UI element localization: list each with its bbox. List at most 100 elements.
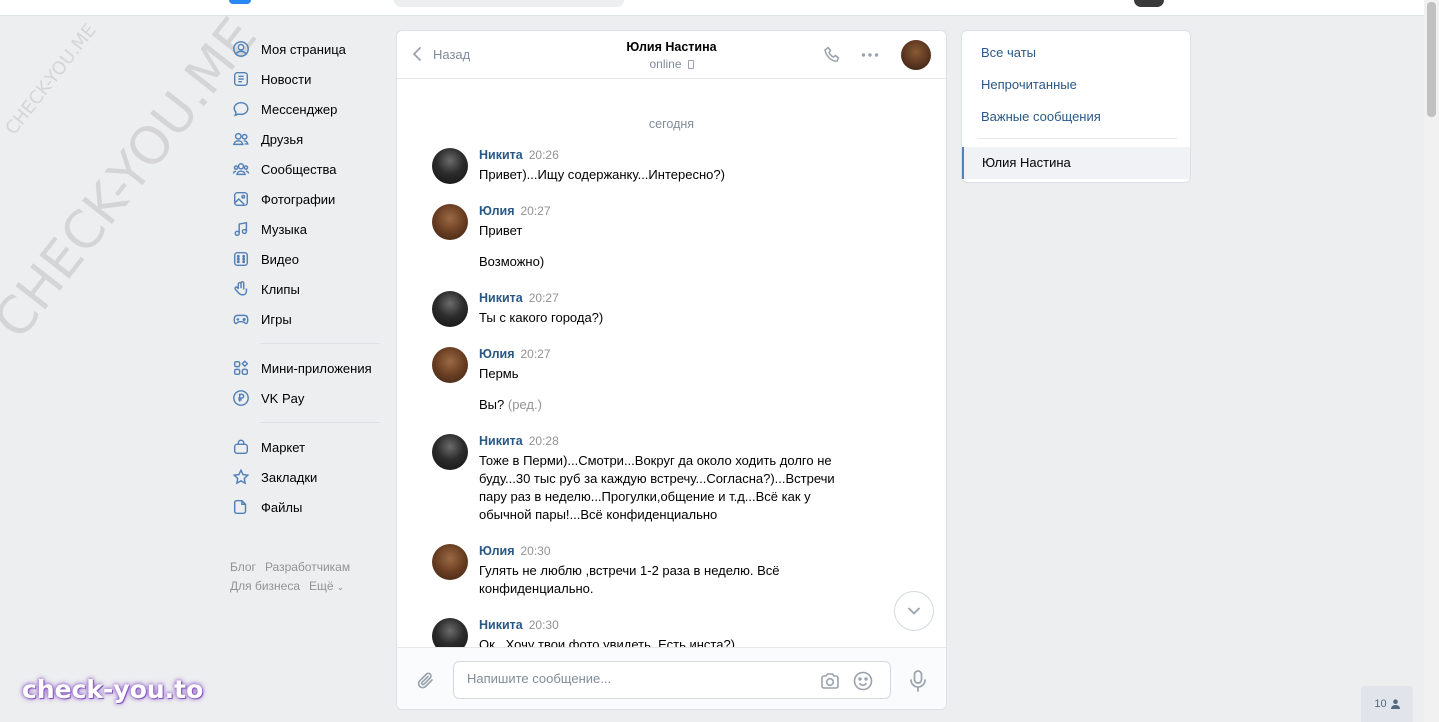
bookmarks-icon xyxy=(231,467,251,487)
message-header: Юлия 20:30 xyxy=(479,544,551,558)
paperclip-icon[interactable] xyxy=(415,670,437,692)
nav-news[interactable]: Новости xyxy=(230,64,380,94)
footer-links: Блог Разработчикам Для бизнеса Ещё ⌄ xyxy=(230,558,380,597)
call-icon[interactable] xyxy=(823,45,843,65)
nav-mini-apps[interactable]: Мини-приложения xyxy=(230,353,380,383)
avatar[interactable] xyxy=(432,291,468,327)
avatar[interactable] xyxy=(432,434,468,470)
nav-messenger[interactable]: Мессенджер xyxy=(230,94,380,124)
nav-market[interactable]: Маркет xyxy=(230,432,380,462)
nav-photos[interactable]: Фотографии xyxy=(230,184,380,214)
message-time[interactable]: 20:30 xyxy=(529,618,559,632)
nav-clips[interactable]: Клипы xyxy=(230,274,380,304)
nav-vkpay[interactable]: VK Pay xyxy=(230,383,380,413)
nav-video[interactable]: Видео xyxy=(230,244,380,274)
avatar[interactable] xyxy=(432,204,468,240)
message-time[interactable]: 20:30 xyxy=(521,544,551,558)
message-header: Никита 20:27 xyxy=(479,291,559,305)
filter-all-chats[interactable]: Все чаты xyxy=(981,45,1036,60)
chevron-down-icon xyxy=(908,607,920,615)
message-header: Юлия 20:27 xyxy=(479,204,551,218)
message-time[interactable]: 20:28 xyxy=(529,434,559,448)
nav-music[interactable]: Музыка xyxy=(230,214,380,244)
message-author[interactable]: Юлия xyxy=(479,544,515,558)
message-author[interactable]: Никита xyxy=(479,618,523,632)
peer-avatar[interactable] xyxy=(901,40,931,70)
page-scrollbar[interactable] xyxy=(1424,0,1439,722)
nav-label: Новости xyxy=(261,71,312,87)
mini-apps-icon xyxy=(231,358,251,378)
message-input-box[interactable] xyxy=(453,661,891,699)
nav-label: Сообщества xyxy=(261,161,337,177)
nav-friends[interactable]: Друзья xyxy=(230,124,380,154)
nav-my-page[interactable]: Моя страница xyxy=(230,34,380,64)
message-input[interactable] xyxy=(467,671,797,686)
avatar[interactable] xyxy=(432,347,468,383)
message-author[interactable]: Никита xyxy=(479,148,523,162)
scroll-down-button[interactable] xyxy=(894,591,934,631)
message-author[interactable]: Никита xyxy=(479,291,523,305)
header-avatar[interactable] xyxy=(1134,0,1164,7)
nav-label: Закладки xyxy=(261,469,318,485)
nav-label: Мини-приложения xyxy=(261,360,372,376)
nav-label: Клипы xyxy=(261,281,300,297)
message-text: Привет xyxy=(479,223,523,238)
avatar[interactable] xyxy=(432,544,468,580)
more-icon[interactable] xyxy=(860,45,880,65)
nav-games[interactable]: Игры xyxy=(230,304,380,334)
message-author[interactable]: Никита xyxy=(479,434,523,448)
message-time[interactable]: 20:27 xyxy=(529,291,559,305)
nav-bookmarks[interactable]: Закладки xyxy=(230,462,380,492)
nav-divider xyxy=(260,422,380,423)
footer-link-dev[interactable]: Разработчикам xyxy=(265,560,350,574)
filter-unread[interactable]: Непрочитанные xyxy=(981,77,1077,92)
nav-files[interactable]: Файлы xyxy=(230,492,380,522)
clips-icon xyxy=(231,279,251,299)
date-separator: сегодня xyxy=(648,117,695,131)
footer-link-business[interactable]: Для бизнеса xyxy=(230,579,300,593)
footer-link-blog[interactable]: Блог xyxy=(230,560,256,574)
files-icon xyxy=(231,497,251,517)
footer-link-more-label: Ещё xyxy=(309,579,334,593)
avatar[interactable] xyxy=(432,148,468,184)
filter-divider xyxy=(977,138,1177,139)
message-header: Никита 20:28 xyxy=(479,434,559,448)
vk-logo[interactable] xyxy=(229,0,251,4)
footer-link-more[interactable]: Ещё ⌄ xyxy=(309,579,344,593)
chevron-down-icon: ⌄ xyxy=(336,582,345,592)
message-time[interactable]: 20:26 xyxy=(529,148,559,162)
user-circle-icon xyxy=(231,39,251,59)
online-friends-counter[interactable]: 10 xyxy=(1361,686,1413,722)
watermark-small: CHECK-YOU.ME xyxy=(1,20,101,139)
chat-panel: Назад Юлия Настина online сегодня Никита… xyxy=(396,30,947,710)
message-text-part: Вы? xyxy=(479,397,505,412)
message-time[interactable]: 20:27 xyxy=(521,347,551,361)
message-text: Привет)...Ищу содержанку...Интересно?) xyxy=(479,167,725,182)
message-author[interactable]: Юлия xyxy=(479,204,515,218)
news-icon xyxy=(231,69,251,89)
message-text: Пермь xyxy=(479,366,519,381)
microphone-icon[interactable] xyxy=(907,669,929,693)
user-icon xyxy=(1390,699,1400,709)
header-search[interactable] xyxy=(394,0,624,7)
online-count-value: 10 xyxy=(1374,698,1387,710)
scrollbar-thumb[interactable] xyxy=(1427,2,1436,117)
message-time[interactable]: 20:27 xyxy=(521,204,551,218)
message-author[interactable]: Юлия xyxy=(479,347,515,361)
nav-communities[interactable]: Сообщества xyxy=(230,154,380,184)
chat-header: Назад Юлия Настина online xyxy=(397,31,946,79)
active-chat-item[interactable]: Юлия Настина xyxy=(962,147,1190,179)
smile-icon[interactable] xyxy=(852,670,874,692)
camera-icon[interactable] xyxy=(819,670,841,692)
games-icon xyxy=(231,309,251,329)
music-icon xyxy=(231,219,251,239)
filter-important[interactable]: Важные сообщения xyxy=(981,109,1101,124)
friends-icon xyxy=(231,129,251,149)
top-header xyxy=(0,0,1424,16)
peer-status-text: online xyxy=(649,57,682,71)
communities-icon xyxy=(231,159,251,179)
nav-divider xyxy=(260,343,380,344)
chat-filters-panel: Все чаты Непрочитанные Важные сообщения … xyxy=(961,30,1191,183)
message-header: Никита 20:30 xyxy=(479,618,559,632)
nav-label: VK Pay xyxy=(261,390,305,406)
